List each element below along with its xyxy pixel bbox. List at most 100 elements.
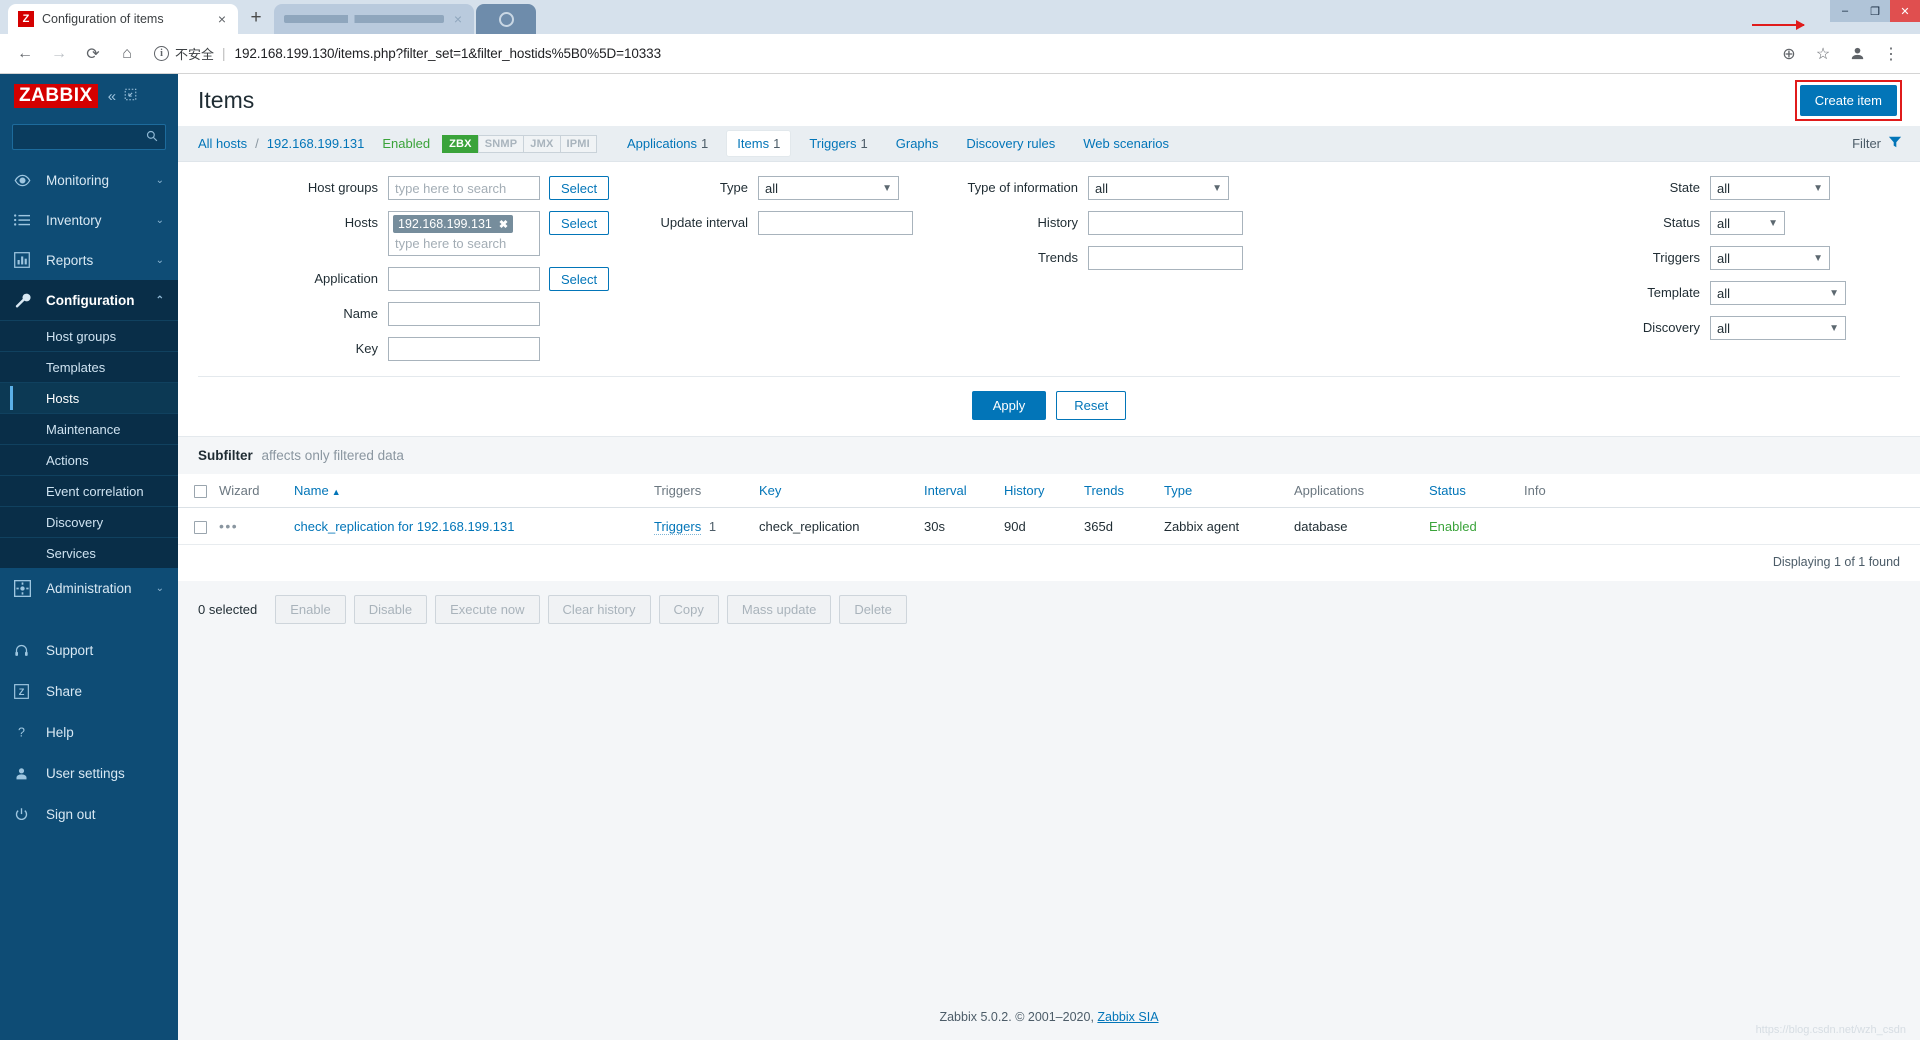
sidebar-item-reports[interactable]: Reports ⌄ — [0, 240, 178, 280]
sidebar-item-templates[interactable]: Templates — [0, 351, 178, 382]
reset-button[interactable]: Reset — [1056, 391, 1127, 420]
breadcrumb-all-hosts[interactable]: All hosts — [198, 136, 247, 151]
hosts-select-button[interactable]: Select — [549, 211, 610, 235]
triggers-select[interactable]: all ▼ — [1710, 246, 1830, 270]
select-all-checkbox[interactable] — [194, 485, 207, 499]
host-chip[interactable]: 192.168.199.131 ✖ — [393, 215, 514, 233]
host-status-label[interactable]: Enabled — [382, 136, 430, 151]
execute-now-button[interactable]: Execute now — [435, 595, 540, 625]
address-bar[interactable]: i 不安全 | 192.168.199.130/items.php?filter… — [154, 40, 1766, 68]
bookmark-star-icon[interactable]: ☆ — [1808, 39, 1838, 69]
tab-items[interactable]: Items 1 — [726, 130, 792, 157]
column-history[interactable]: History — [998, 474, 1078, 509]
column-trends[interactable]: Trends — [1078, 474, 1158, 509]
apply-button[interactable]: Apply — [971, 391, 1047, 420]
browser-menu-icon[interactable]: ⋮ — [1876, 39, 1906, 69]
host-groups-select-button[interactable]: Select — [549, 176, 610, 200]
template-select[interactable]: all ▼ — [1710, 281, 1846, 305]
profile-avatar-icon[interactable] — [1842, 39, 1872, 69]
discovery-select[interactable]: all ▼ — [1710, 316, 1846, 340]
sidebar-item-user-settings[interactable]: User settings — [0, 753, 178, 794]
close-window-button[interactable]: ✕ — [1890, 0, 1920, 22]
search-input[interactable] — [12, 124, 166, 150]
remove-chip-icon[interactable]: ✖ — [499, 218, 508, 231]
sidebar-item-actions[interactable]: Actions — [0, 444, 178, 475]
tab-graphs[interactable]: Graphs — [886, 131, 949, 156]
sidebar-item-share[interactable]: Z Share — [0, 671, 178, 712]
trends-input[interactable] — [1088, 246, 1243, 270]
type-select[interactable]: all ▼ — [758, 176, 899, 200]
expand-sidebar-icon[interactable] — [124, 88, 137, 104]
host-groups-input[interactable]: type here to search — [388, 176, 540, 200]
type-of-information-select[interactable]: all ▼ — [1088, 176, 1229, 200]
status-badge[interactable]: Enabled — [1429, 519, 1477, 534]
new-tab-button[interactable]: + — [242, 4, 270, 32]
column-name-label: Name — [294, 483, 329, 499]
sidebar-item-host-groups[interactable]: Host groups — [0, 320, 178, 351]
row-wizard-cell[interactable]: ••• — [213, 507, 288, 546]
tab-applications[interactable]: Applications 1 — [617, 131, 718, 156]
back-icon[interactable]: ← — [10, 39, 40, 69]
table-row[interactable]: ••• check_replication for 192.168.199.13… — [178, 507, 1920, 546]
state-select[interactable]: all ▼ — [1710, 176, 1830, 200]
collapse-sidebar-icon[interactable]: « — [108, 88, 116, 105]
close-tab-icon-inactive[interactable]: × — [450, 11, 466, 27]
search-zoom-icon[interactable]: ⊕ — [1774, 39, 1804, 69]
column-status[interactable]: Status — [1423, 474, 1518, 509]
copy-button[interactable]: Copy — [658, 595, 719, 625]
browser-tab-ghost[interactable] — [476, 4, 536, 34]
maximize-button[interactable]: ❐ — [1860, 0, 1890, 22]
sidebar-item-discovery[interactable]: Discovery — [0, 506, 178, 537]
mass-update-button[interactable]: Mass update — [726, 595, 832, 625]
sidebar-item-inventory[interactable]: Inventory ⌄ — [0, 200, 178, 240]
sidebar-item-event-correlation[interactable]: Event correlation — [0, 475, 178, 506]
column-type[interactable]: Type — [1158, 474, 1288, 509]
clear-history-button[interactable]: Clear history — [547, 595, 651, 625]
minimize-button[interactable]: – — [1830, 0, 1860, 22]
sidebar-item-administration[interactable]: Administration ⌄ — [0, 568, 178, 608]
breadcrumb-separator: / — [255, 136, 259, 151]
enable-button[interactable]: Enable — [275, 595, 346, 625]
sidebar-item-help[interactable]: ? Help — [0, 712, 178, 753]
sidebar-item-maintenance[interactable]: Maintenance — [0, 413, 178, 444]
reload-icon[interactable]: ⟳ — [78, 39, 108, 69]
site-info-icon[interactable]: i — [154, 46, 169, 61]
row-checkbox[interactable] — [194, 520, 207, 534]
sidebar-item-hosts[interactable]: Hosts — [0, 382, 178, 413]
column-name[interactable]: Name ▲ — [288, 474, 648, 509]
delete-button[interactable]: Delete — [839, 595, 907, 625]
forward-icon[interactable]: → — [44, 39, 74, 69]
footer-link[interactable]: Zabbix SIA — [1097, 1010, 1158, 1024]
browser-tab-inactive[interactable]: × — [274, 4, 474, 34]
application-select-button[interactable]: Select — [549, 267, 610, 291]
filter-toggle[interactable]: Filter — [1852, 135, 1902, 152]
breadcrumb-host[interactable]: 192.168.199.131 — [267, 136, 365, 151]
sidebar-item-sign-out[interactable]: Sign out — [0, 794, 178, 835]
sidebar-item-services[interactable]: Services — [0, 537, 178, 568]
row-triggers-link[interactable]: Triggers — [654, 518, 702, 535]
sidebar-item-monitoring[interactable]: Monitoring ⌄ — [0, 160, 178, 200]
history-input[interactable] — [1088, 211, 1243, 235]
update-interval-input[interactable] — [758, 211, 913, 235]
name-input[interactable] — [388, 302, 540, 326]
zabbix-logo[interactable]: ZABBIX — [14, 84, 98, 108]
disable-button[interactable]: Disable — [353, 595, 428, 625]
hosts-multiselect[interactable]: 192.168.199.131 ✖ type here to search — [388, 211, 540, 256]
sidebar-item-support[interactable]: Support — [0, 630, 178, 671]
column-key[interactable]: Key — [753, 474, 918, 509]
tab-triggers[interactable]: Triggers 1 — [799, 131, 877, 156]
sidebar-item-configuration[interactable]: Configuration ⌃ — [0, 280, 178, 320]
wizard-menu-icon[interactable]: ••• — [219, 518, 238, 534]
browser-toolbar: ← → ⟳ ⌂ i 不安全 | 192.168.199.130/items.ph… — [0, 34, 1920, 74]
close-tab-icon[interactable]: × — [214, 11, 230, 27]
item-name-link[interactable]: check_replication for 192.168.199.131 — [294, 519, 514, 534]
key-input[interactable] — [388, 337, 540, 361]
tab-discovery-rules[interactable]: Discovery rules — [956, 131, 1065, 156]
create-item-button[interactable]: Create item — [1799, 84, 1897, 116]
status-select[interactable]: all ▼ — [1710, 211, 1785, 235]
column-interval[interactable]: Interval — [918, 474, 998, 509]
application-input[interactable] — [388, 267, 540, 291]
home-icon[interactable]: ⌂ — [112, 39, 142, 69]
tab-web-scenarios[interactable]: Web scenarios — [1073, 131, 1179, 156]
browser-tab-active[interactable]: Z Configuration of items × — [8, 4, 238, 34]
